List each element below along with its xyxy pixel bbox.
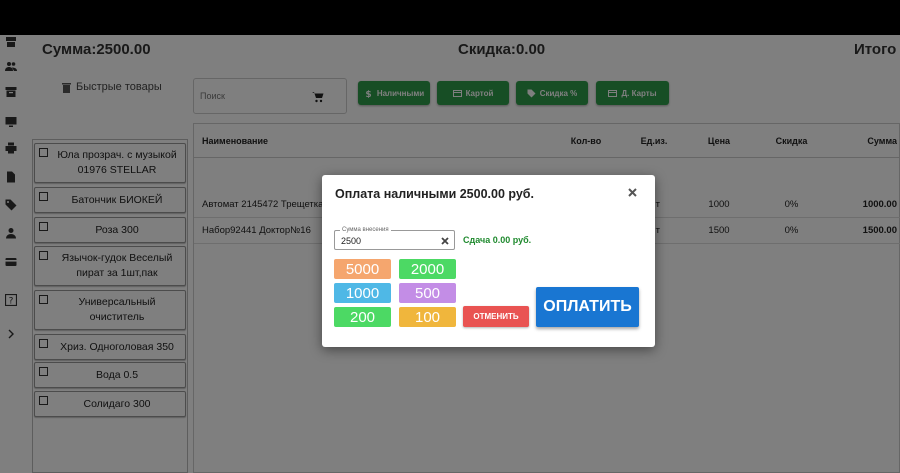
denomination-500-button[interactable]: 500 xyxy=(399,283,456,303)
amount-label: Сумма внесения xyxy=(340,226,391,234)
clear-icon[interactable] xyxy=(439,235,450,246)
denomination-200-button[interactable]: 200 xyxy=(334,307,391,327)
pay-button[interactable]: ОПЛАТИТЬ xyxy=(536,287,639,327)
change-text: Сдача 0.00 руб. xyxy=(463,235,532,245)
amount-input[interactable] xyxy=(341,235,431,247)
denomination-100-button[interactable]: 100 xyxy=(399,307,456,327)
dialog-title: Оплата наличными 2500.00 руб. xyxy=(335,187,534,201)
amount-field: Сумма внесения xyxy=(334,226,455,250)
close-icon[interactable] xyxy=(626,186,638,198)
denomination-1000-button[interactable]: 1000 xyxy=(334,283,391,303)
cancel-button[interactable]: ОТМЕНИТЬ xyxy=(463,306,529,327)
cash-payment-dialog: Оплата наличными 2500.00 руб. Сумма внес… xyxy=(322,175,655,347)
denomination-2000-button[interactable]: 2000 xyxy=(399,259,456,279)
denomination-5000-button[interactable]: 5000 xyxy=(334,259,391,279)
